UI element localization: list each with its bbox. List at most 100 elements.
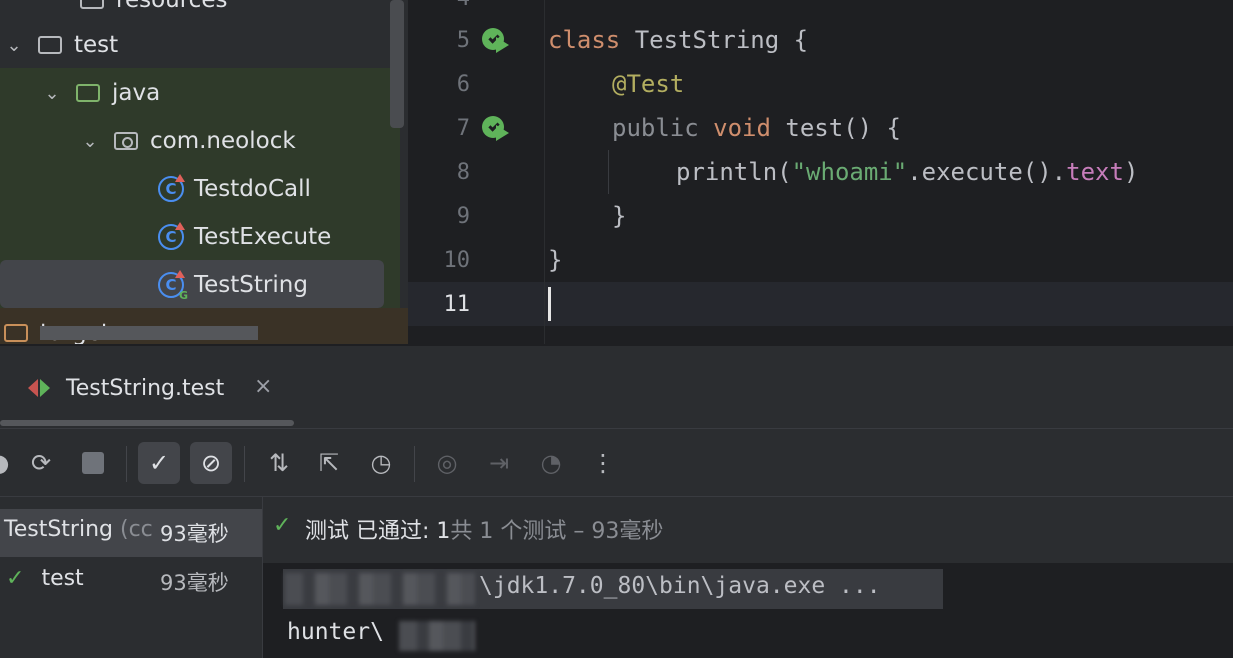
run-button[interactable]: ● [0, 442, 20, 484]
tree-item-java[interactable]: ⌄ java [42, 71, 160, 115]
run-icon[interactable] [496, 125, 509, 141]
code-line-8: println("whoami".execute().text) [676, 158, 1138, 186]
code-text: println( [676, 158, 792, 186]
code-text: .execute(). [907, 158, 1067, 186]
tab-run-config[interactable]: TestString.test [28, 366, 224, 410]
screenshot-button[interactable]: ◎ [426, 442, 468, 484]
sort-icon: ⇅ [268, 449, 290, 477]
tree-item-label: com.neolock [150, 128, 296, 154]
import-icon: ⇥ [488, 449, 510, 477]
horizontal-scrollbar[interactable] [40, 326, 258, 340]
show-passed-toggle[interactable]: ✓ [138, 442, 180, 484]
chevron-down-icon[interactable]: ⌄ [80, 131, 100, 152]
tab-label: TestString.test [66, 375, 225, 401]
code-text: ) [1123, 158, 1139, 186]
line-number: 11 [443, 292, 471, 317]
tree-item-test[interactable]: ⌄ test [4, 23, 118, 67]
code-editor[interactable]: 4 5 6 7 8 9 10 11 class TestString { @Te… [408, 0, 1233, 344]
annotation: @Test [612, 70, 685, 98]
close-icon[interactable]: × [254, 374, 272, 399]
test-suite-row[interactable]: TestString (cc [4, 517, 153, 542]
test-results-tree: TestString (cc 93毫秒 ✓ test 93毫秒 [0, 497, 262, 658]
gauge-icon: ◔ [540, 449, 562, 477]
divider [0, 428, 1233, 429]
test-suffix: (cc [119, 517, 153, 542]
test-run-icon [28, 377, 52, 399]
test-case-row[interactable]: ✓ test [6, 566, 84, 591]
rerun-icon: ⟳ [30, 449, 52, 477]
tree-item-resources[interactable]: resources [80, 0, 227, 22]
toolbar-separator [244, 446, 245, 482]
more-options-button[interactable]: ⋮ [582, 442, 624, 484]
toolbar-separator [414, 446, 415, 482]
status-summary: 共 1 个测试 – 93毫秒 [450, 519, 664, 544]
tab-active-indicator [0, 420, 294, 426]
line-number: 7 [456, 116, 470, 141]
tree-item-label: TestdoCall [194, 176, 311, 202]
resources-folder-icon [80, 0, 104, 9]
tree-item-label: resources [116, 0, 228, 13]
package-icon [114, 132, 138, 150]
string-literal: "whoami" [791, 158, 908, 186]
text-caret [548, 287, 551, 321]
collapse-icon: ⇱ [318, 449, 340, 477]
gutter-divider [544, 0, 545, 344]
tree-item-label: TestString [194, 272, 308, 298]
test-name: test [41, 566, 84, 591]
line-number: 6 [456, 72, 470, 97]
redacted-text [285, 573, 475, 605]
chevron-down-icon[interactable]: ⌄ [4, 35, 24, 56]
redacted-text [399, 621, 475, 651]
rerun-failed-button[interactable]: ⟳ [20, 442, 62, 484]
line-number: 8 [456, 160, 470, 185]
class-icon: C [158, 174, 185, 202]
class-icon: C [158, 222, 185, 250]
tree-item-label: TestExecute [194, 224, 332, 250]
vertical-scrollbar[interactable] [390, 0, 404, 128]
toolbar-separator [126, 446, 127, 482]
keyword: void [713, 114, 771, 142]
history-button[interactable]: ◷ [360, 442, 402, 484]
tree-item-testdocall[interactable]: C TestdoCall [158, 167, 311, 211]
stop-button[interactable] [72, 442, 114, 484]
check-icon: ✓ [6, 566, 25, 591]
sort-button[interactable]: ⇅ [258, 442, 300, 484]
tree-item-testexecute[interactable]: C TestExecute [158, 215, 331, 259]
current-line-highlight [408, 282, 1233, 326]
import-button[interactable]: ⇥ [478, 442, 520, 484]
ignore-icon: ⊘ [200, 449, 222, 477]
indent-guide [608, 150, 609, 194]
chevron-down-icon[interactable]: ⌄ [42, 83, 62, 104]
tree-item-label: java [112, 80, 161, 106]
tree-item-package[interactable]: ⌄ com.neolock [80, 119, 296, 163]
console-line: \jdk1.7.0_80\bin\java.exe ... [479, 573, 881, 599]
test-duration: 93毫秒 [160, 522, 229, 546]
tree-item-teststring[interactable]: CG TestString [158, 263, 308, 307]
coverage-button[interactable]: ◔ [530, 442, 572, 484]
code-line-7: public void test() { [612, 114, 901, 142]
check-icon: ✓ [273, 513, 292, 538]
line-number: 4 [408, 0, 470, 11]
test-duration: 93毫秒 [160, 571, 229, 595]
history-icon: ◷ [370, 449, 392, 477]
field-reference: text [1066, 158, 1124, 186]
source-folder-icon [76, 84, 100, 102]
camera-icon: ◎ [436, 449, 458, 477]
run-tool-window: TestString.test × ● ⟳ ✓ ⊘ ⇅ ⇱ ◷ ◎ ⇥ ◔ ⋮ … [0, 346, 1233, 658]
folder-icon [38, 36, 62, 54]
console-output[interactable]: \jdk1.7.0_80\bin\java.exe ... hunter\ [263, 563, 1233, 658]
code-line-5: class TestString { [548, 26, 808, 54]
show-ignored-toggle[interactable]: ⊘ [190, 442, 232, 484]
folder-icon [4, 324, 28, 342]
stop-icon [82, 452, 104, 474]
code-line-9: } [612, 202, 627, 230]
collapse-button[interactable]: ⇱ [308, 442, 350, 484]
console-line: hunter\ [287, 619, 384, 645]
code-line-10: } [548, 246, 563, 274]
status-label: 测试 已通过: 1 [305, 519, 451, 544]
test-status-bar: ✓ 测试 已通过: 1共 1 个测试 – 93毫秒 [263, 497, 1233, 563]
run-icon[interactable] [496, 37, 509, 53]
status-text: 测试 已通过: 1共 1 个测试 – 93毫秒 [305, 513, 663, 545]
keyword: class [548, 26, 621, 54]
